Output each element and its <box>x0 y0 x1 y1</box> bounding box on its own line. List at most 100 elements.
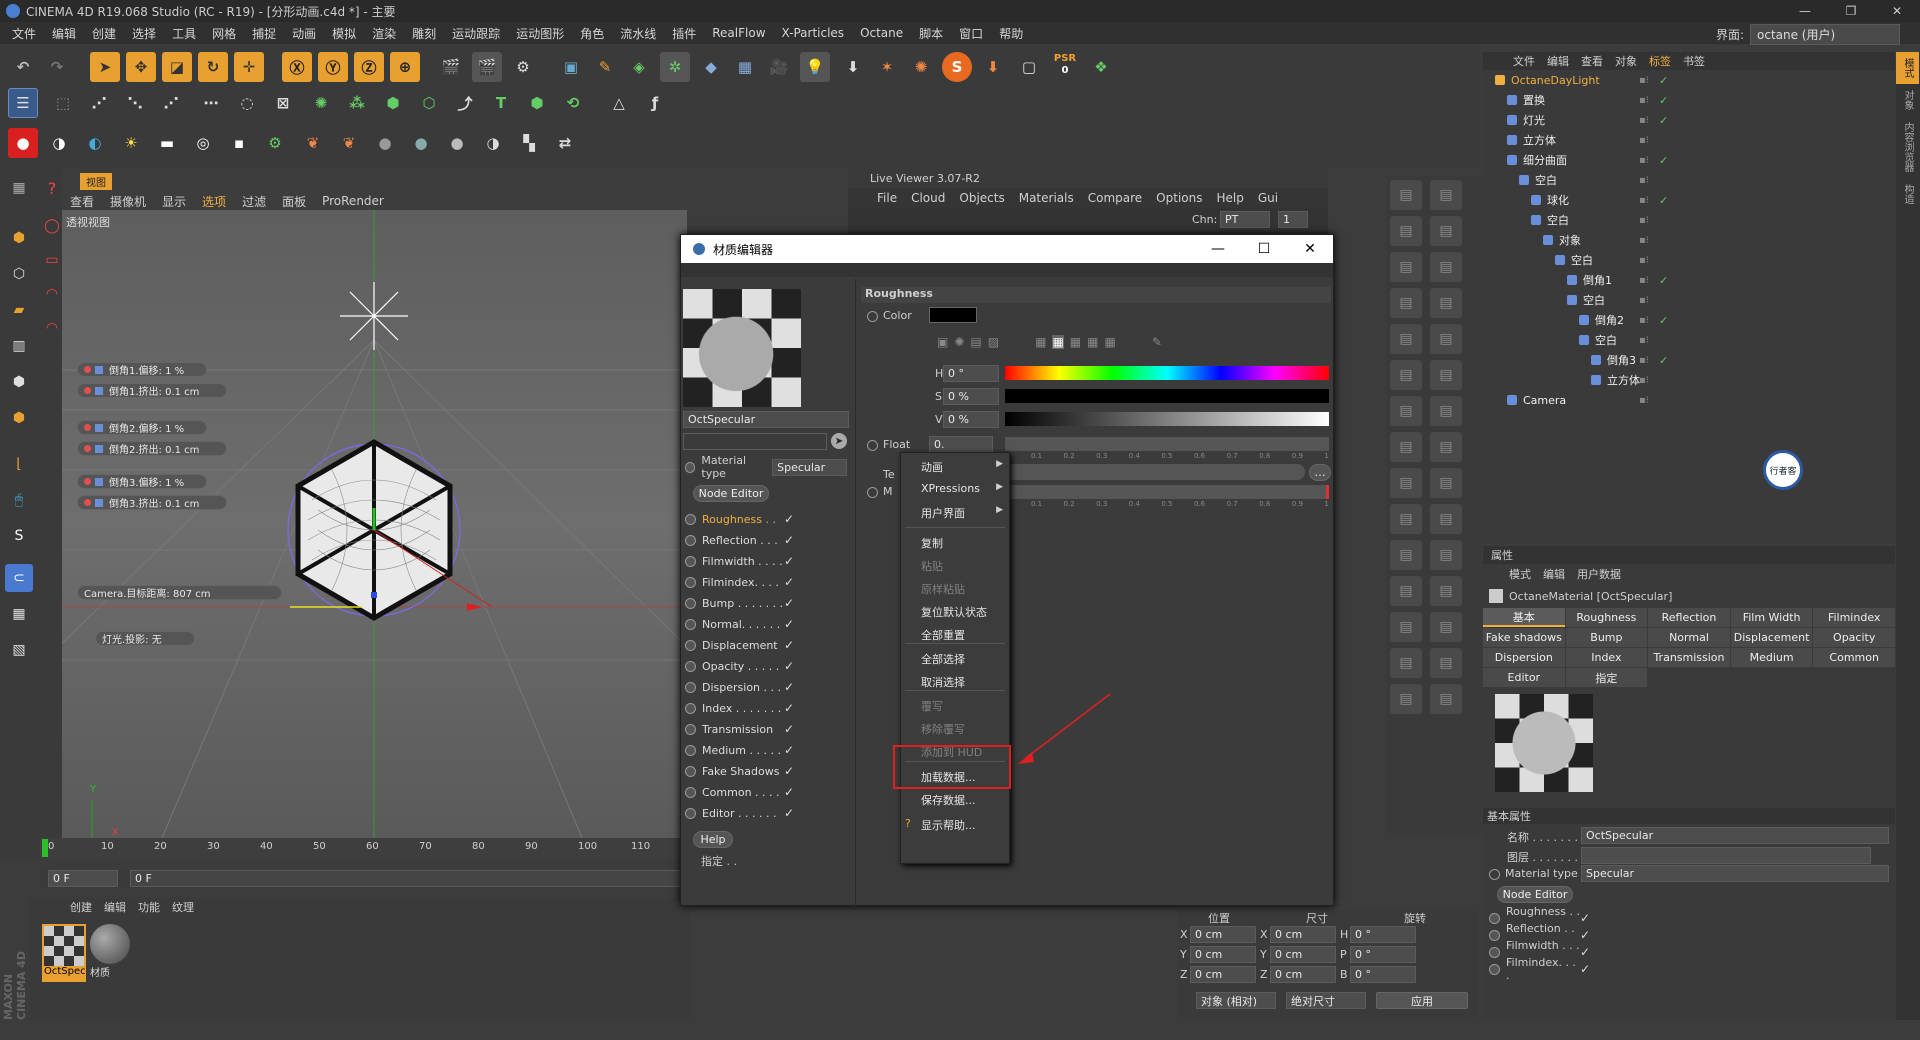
menu-item[interactable]: 角色 <box>572 25 612 42</box>
me-channel-row[interactable]: Normal. . . . . . ✓ <box>683 614 847 634</box>
hud-bevel3-extrude[interactable]: 倒角3.挤出: 0.1 cm <box>77 495 227 510</box>
grey-tool-icon[interactable]: ▤ <box>1390 504 1422 534</box>
attr-tab[interactable]: Editor <box>1483 668 1565 687</box>
hud-light-projection[interactable]: 灯光.投影: 无 <box>95 631 195 646</box>
me-channel-check[interactable]: ✓ <box>784 575 794 589</box>
me-node-editor-button[interactable]: Node Editor <box>693 485 769 502</box>
grey-tool-icon[interactable]: ▤ <box>1390 432 1422 462</box>
radio-icon[interactable] <box>685 534 696 546</box>
menu-item[interactable]: 运动图形 <box>508 25 572 42</box>
me-channel-row[interactable]: Transmission ✓ <box>683 719 847 739</box>
me-pick-icon[interactable]: ➤ <box>831 433 847 449</box>
last-tool-icon[interactable]: ✛ <box>234 52 264 82</box>
grey-tool-icon[interactable]: ▤ <box>1430 180 1462 210</box>
rgb-icon[interactable]: ▦ <box>1035 335 1046 349</box>
viewport-menu-item[interactable]: 选项 <box>194 193 234 210</box>
object-row[interactable]: 空白 ▪⁝ <box>1483 170 1895 190</box>
object-row[interactable]: 灯光 ▪⁝ ✓ <box>1483 110 1895 130</box>
circle-icon[interactable]: ◌ <box>232 88 262 118</box>
hud-bevel3-offset[interactable]: 倒角3.偏移: 1 % <box>77 474 207 489</box>
menu-item[interactable]: 网格 <box>204 25 244 42</box>
polygons-mode-icon[interactable]: ⋰ <box>156 88 186 118</box>
visibility-icon[interactable]: ▪⁝ <box>1639 395 1649 406</box>
timeline[interactable]: 0 10 20 30 40 50 60 70 80 90 100 110 <box>40 838 690 858</box>
radio-icon[interactable] <box>867 311 878 322</box>
me-color-swatch[interactable] <box>929 307 977 323</box>
viewport-menu-item[interactable]: 显示 <box>154 193 194 210</box>
context-menu-item[interactable]: 显示帮助... <box>921 817 976 833</box>
attr-tab[interactable]: Fake shadows <box>1483 628 1565 647</box>
color-wheel-icon[interactable]: ▣ <box>937 335 948 349</box>
left-tool-6-icon[interactable]: ⬢ <box>5 368 33 396</box>
radio-icon[interactable] <box>685 765 696 777</box>
visibility-icon[interactable]: ▪⁝ <box>1639 235 1649 246</box>
camera-icon[interactable]: 🎥 <box>764 52 794 82</box>
menu-item[interactable]: 插件 <box>664 25 704 42</box>
me-channel-row[interactable]: Fake Shadows ✓ <box>683 761 847 781</box>
radio-icon[interactable] <box>685 681 696 693</box>
target-icon[interactable]: ◎ <box>188 128 218 158</box>
radio-icon[interactable] <box>1489 963 1500 975</box>
sphere-blue-icon[interactable]: ● <box>406 128 436 158</box>
floor-icon[interactable]: ▦ <box>730 52 760 82</box>
object-row[interactable]: 空白 ▪⁝ <box>1483 250 1895 270</box>
attr-tab[interactable]: Reflection <box>1648 608 1730 627</box>
left-tool-13-icon[interactable]: ▧ <box>5 636 33 664</box>
model-mode-icon[interactable]: ☰ <box>8 88 38 118</box>
octane-env-icon[interactable]: ◐ <box>80 128 110 158</box>
enabled-check-icon[interactable]: ✓ <box>1659 194 1668 207</box>
right-strip-tab[interactable]: 构造 <box>1896 178 1919 210</box>
light-icon[interactable]: 💡 <box>800 52 830 82</box>
me-close-button[interactable]: ✕ <box>1287 235 1333 263</box>
menu-item[interactable]: 模拟 <box>324 25 364 42</box>
visibility-icon[interactable]: ▪⁝ <box>1639 155 1649 166</box>
me-minimize-button[interactable]: — <box>1195 235 1241 263</box>
menu-item[interactable]: 帮助 <box>991 25 1031 42</box>
object-row[interactable]: 置换 ▪⁝ ✓ <box>1483 90 1895 110</box>
grey-tool-icon[interactable]: ▤ <box>1430 576 1462 606</box>
attr-tab[interactable]: Index <box>1565 648 1648 667</box>
me-s-field[interactable]: 0 % <box>943 388 999 405</box>
cloner-icon[interactable]: ✺ <box>306 88 336 118</box>
visibility-icon[interactable]: ▪⁝ <box>1639 295 1649 306</box>
grid-icon[interactable]: ⊠ <box>268 88 298 118</box>
minimize-button[interactable]: — <box>1782 0 1828 22</box>
radio-icon[interactable] <box>685 744 696 756</box>
grey-tool-icon[interactable]: ▤ <box>1390 288 1422 318</box>
sun-icon[interactable]: ☀ <box>116 128 146 158</box>
grey-tool-icon[interactable]: ▤ <box>1390 324 1422 354</box>
grey-tool-icon[interactable]: ▤ <box>1390 540 1422 570</box>
object-row[interactable]: 倒角3 ▪⁝ ✓ <box>1483 350 1895 370</box>
enabled-check-icon[interactable]: ✓ <box>1659 354 1668 367</box>
visibility-icon[interactable]: ▪⁝ <box>1639 375 1649 386</box>
hud-bevel2-offset[interactable]: 倒角2.偏移: 1 % <box>77 420 207 435</box>
interface-dropdown[interactable]: octane (用户) <box>1750 24 1900 45</box>
grey-tool-icon[interactable]: ▤ <box>1430 288 1462 318</box>
frame-icon[interactable]: ▢ <box>1014 52 1044 82</box>
enabled-check-icon[interactable]: ✓ <box>1659 74 1668 87</box>
me-float-slider[interactable] <box>1005 437 1329 451</box>
menu-item[interactable]: 窗口 <box>951 25 991 42</box>
menu-item[interactable]: RealFlow <box>704 26 773 40</box>
radio-icon[interactable] <box>685 555 696 567</box>
spectrum-icon[interactable]: ✺ <box>954 335 964 349</box>
material-menu-item[interactable]: 创建 <box>64 899 98 915</box>
me-sat-slider[interactable] <box>1005 389 1329 403</box>
attr-tab[interactable]: Film Width <box>1730 608 1813 627</box>
render-view-icon[interactable]: 🎬 <box>436 52 466 82</box>
coord-mode-select[interactable]: 对象 (相对) <box>1196 992 1276 1009</box>
me-channel-check[interactable]: ✓ <box>784 722 794 736</box>
enabled-check-icon[interactable]: ✓ <box>1659 114 1668 127</box>
me-channel-row[interactable]: Dispersion . . . ✓ <box>683 677 847 697</box>
visibility-icon[interactable]: ▪⁝ <box>1639 75 1649 86</box>
attr-tab[interactable]: Dispersion <box>1483 648 1565 667</box>
coord-field[interactable]: 0 cm <box>1190 966 1256 983</box>
coord-size-select[interactable]: 绝对尺寸 <box>1286 992 1366 1009</box>
mixer-icon[interactable]: ▦ <box>1087 335 1098 349</box>
rotate-tool-icon[interactable]: ↻ <box>198 52 228 82</box>
magnet-icon[interactable]: ⊂ <box>5 564 33 592</box>
visibility-icon[interactable]: ▪⁝ <box>1639 175 1649 186</box>
coord-field[interactable]: 0 cm <box>1270 926 1336 943</box>
radio-icon[interactable] <box>685 639 696 651</box>
left-tool-7-icon[interactable]: ⬢ <box>5 404 33 432</box>
